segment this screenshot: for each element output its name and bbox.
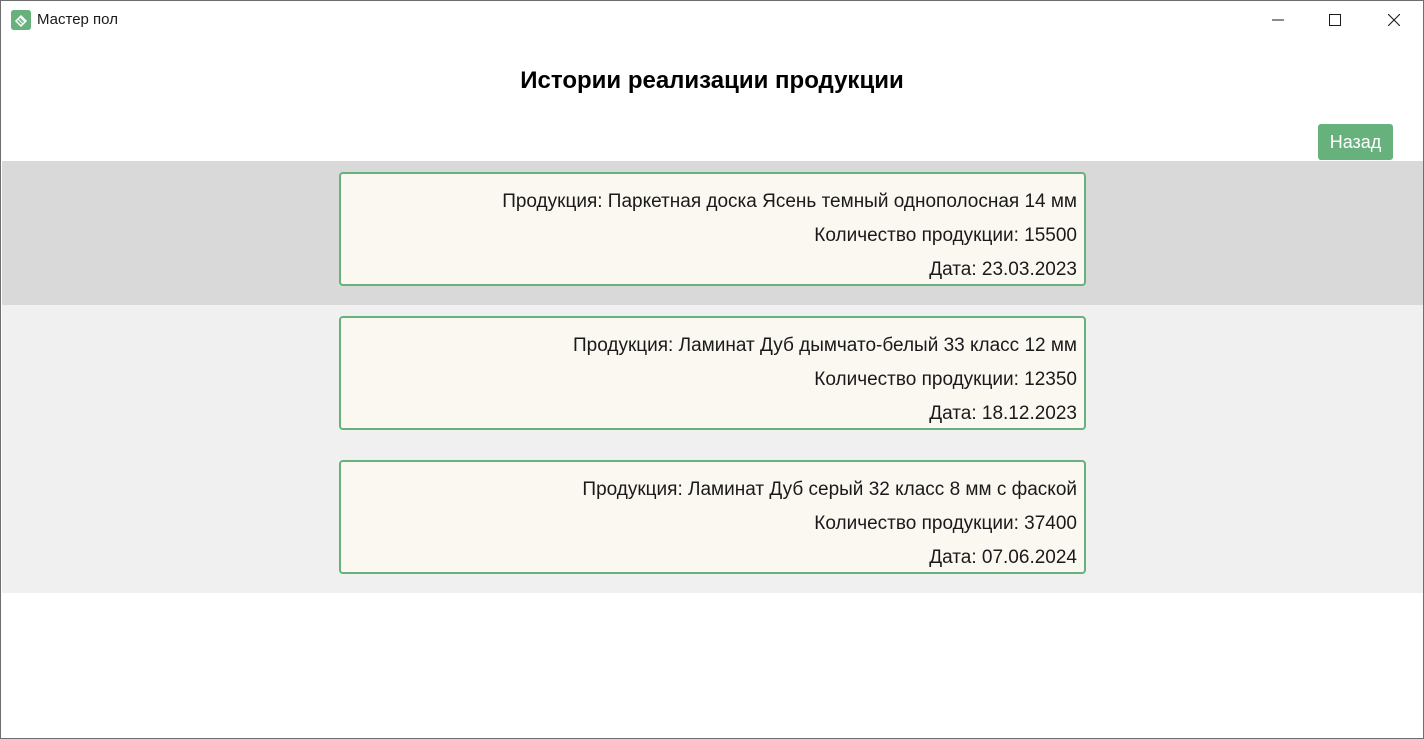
minimize-icon [1272,19,1284,21]
back-button[interactable]: Назад [1318,124,1393,160]
close-icon [1388,14,1400,26]
sale-record-card[interactable]: Продукция: Ламинат Дуб серый 32 класс 8 … [339,460,1086,574]
maximize-button[interactable] [1306,1,1364,39]
app-window: Мастер пол Истории реализации продукции … [0,0,1424,739]
minimize-button[interactable] [1249,1,1307,39]
title-bar[interactable]: Мастер пол [1,1,1423,39]
maximize-icon [1329,14,1341,26]
record-product: Продукция: Ламинат Дуб серый 32 класс 8 … [582,479,1077,500]
record-quantity: Количество продукции: 37400 [814,513,1077,534]
record-date: Дата: 18.12.2023 [929,403,1077,424]
window-title: Мастер пол [37,11,118,28]
page-title: Истории реализации продукции [520,67,904,94]
record-quantity: Количество продукции: 15500 [814,225,1077,246]
close-button[interactable] [1365,1,1423,39]
app-logo-icon [11,10,31,30]
record-date: Дата: 23.03.2023 [929,259,1077,280]
record-date: Дата: 07.06.2024 [929,547,1077,568]
record-product: Продукция: Ламинат Дуб дымчато-белый 33 … [573,335,1077,356]
record-quantity: Количество продукции: 12350 [814,369,1077,390]
sale-record-card[interactable]: Продукция: Паркетная доска Ясень темный … [339,172,1086,286]
sale-record-card[interactable]: Продукция: Ламинат Дуб дымчато-белый 33 … [339,316,1086,430]
record-product: Продукция: Паркетная доска Ясень темный … [502,191,1077,212]
